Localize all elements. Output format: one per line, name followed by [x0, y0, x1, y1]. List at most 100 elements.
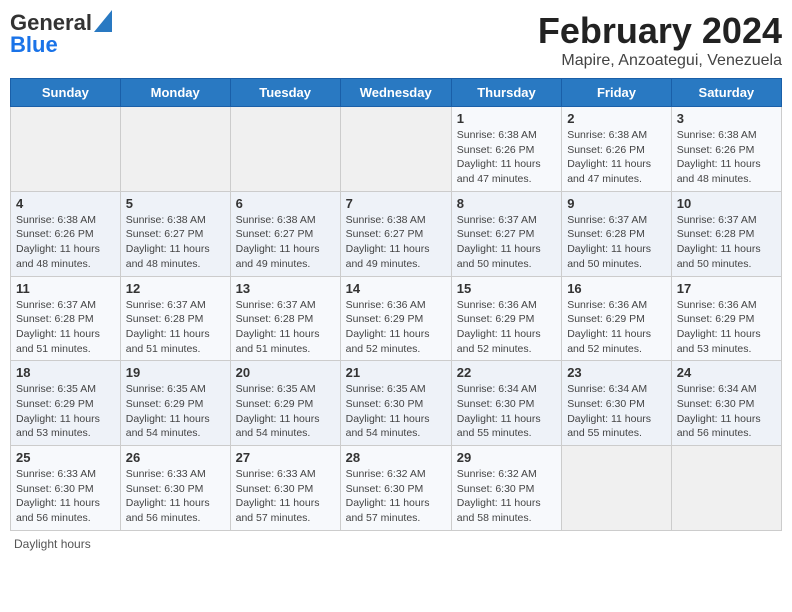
day-cell: [340, 107, 451, 192]
day-number: 5: [126, 196, 225, 211]
day-cell: [120, 107, 230, 192]
day-number: 15: [457, 281, 556, 296]
header-row: SundayMondayTuesdayWednesdayThursdayFrid…: [11, 79, 782, 107]
week-row-2: 4Sunrise: 6:38 AM Sunset: 6:26 PM Daylig…: [11, 191, 782, 276]
day-number: 9: [567, 196, 666, 211]
day-number: 10: [677, 196, 776, 211]
day-number: 22: [457, 365, 556, 380]
day-number: 13: [236, 281, 335, 296]
day-info: Sunrise: 6:33 AM Sunset: 6:30 PM Dayligh…: [236, 467, 335, 526]
day-number: 29: [457, 450, 556, 465]
day-cell: 9Sunrise: 6:37 AM Sunset: 6:28 PM Daylig…: [562, 191, 672, 276]
day-cell: 5 Sunrise: 6:38 AM Sunset: 6:27 PM Daylig…: [120, 191, 230, 276]
day-info: Sunrise: 6:38 AM Sunset: 6:27 PM Dayligh…: [236, 213, 335, 272]
day-cell: 12Sunrise: 6:37 AM Sunset: 6:28 PM Dayli…: [120, 276, 230, 361]
day-cell: [562, 446, 672, 531]
day-info: Sunrise: 6:33 AM Sunset: 6:30 PM Dayligh…: [16, 467, 115, 526]
day-info: Sunrise: 6:38 AM Sunset: 6:26 PM Dayligh…: [567, 128, 666, 187]
day-number: 6: [236, 196, 335, 211]
day-cell: 3 Sunrise: 6:38 AM Sunset: 6:26 PM Daylig…: [671, 107, 781, 192]
title-block: February 2024 Mapire, Anzoategui, Venezu…: [538, 10, 782, 70]
week-row-4: 18 Sunrise: 6:35 AM Sunset: 6:29 PM Dayli…: [11, 361, 782, 446]
col-header-saturday: Saturday: [671, 79, 781, 107]
day-cell: 21 Sunrise: 6:35 AM Sunset: 6:30 PM Dayli…: [340, 361, 451, 446]
day-info: Sunrise: 6:35 AM Sunset: 6:29 PM Dayligh…: [16, 382, 115, 441]
col-header-friday: Friday: [562, 79, 672, 107]
day-info: Sunrise: 6:37 AM Sunset: 6:28 PM Dayligh…: [677, 213, 776, 272]
day-cell: 25Sunrise: 6:33 AM Sunset: 6:30 PM Dayli…: [11, 446, 121, 531]
logo-blue: Blue: [10, 33, 58, 57]
day-cell: 2 Sunrise: 6:38 AM Sunset: 6:26 PM Daylig…: [562, 107, 672, 192]
day-cell: [230, 107, 340, 192]
day-number: 21: [346, 365, 446, 380]
day-info: Sunrise: 6:37 AM Sunset: 6:28 PM Dayligh…: [126, 298, 225, 357]
day-number: 14: [346, 281, 446, 296]
week-row-5: 25Sunrise: 6:33 AM Sunset: 6:30 PM Dayli…: [11, 446, 782, 531]
day-number: 27: [236, 450, 335, 465]
day-info: Sunrise: 6:36 AM Sunset: 6:29 PM Dayligh…: [567, 298, 666, 357]
day-number: 11: [16, 281, 115, 296]
day-cell: [11, 107, 121, 192]
daylight-label: Daylight hours: [14, 537, 91, 551]
day-cell: 8 Sunrise: 6:37 AM Sunset: 6:27 PM Daylig…: [451, 191, 561, 276]
col-header-sunday: Sunday: [11, 79, 121, 107]
day-cell: 1Sunrise: 6:38 AM Sunset: 6:26 PM Daylig…: [451, 107, 561, 192]
logo-triangle-icon: [94, 10, 112, 32]
day-info: Sunrise: 6:34 AM Sunset: 6:30 PM Dayligh…: [567, 382, 666, 441]
day-number: 19: [126, 365, 225, 380]
day-cell: 28 Sunrise: 6:32 AM Sunset: 6:30 PM Dayli…: [340, 446, 451, 531]
day-info: Sunrise: 6:32 AM Sunset: 6:30 PM Dayligh…: [346, 467, 446, 526]
day-cell: 24 Sunrise: 6:34 AM Sunset: 6:30 PM Dayli…: [671, 361, 781, 446]
day-info: Sunrise: 6:36 AM Sunset: 6:29 PM Dayligh…: [677, 298, 776, 357]
col-header-monday: Monday: [120, 79, 230, 107]
col-header-wednesday: Wednesday: [340, 79, 451, 107]
location: Mapire, Anzoategui, Venezuela: [538, 52, 782, 70]
day-cell: 10 Sunrise: 6:37 AM Sunset: 6:28 PM Dayli…: [671, 191, 781, 276]
day-number: 1: [457, 111, 556, 126]
day-info: Sunrise: 6:35 AM Sunset: 6:29 PM Dayligh…: [236, 382, 335, 441]
day-info: Sunrise: 6:34 AM Sunset: 6:30 PM Dayligh…: [677, 382, 776, 441]
day-number: 17: [677, 281, 776, 296]
day-info: Sunrise: 6:38 AM Sunset: 6:26 PM Dayligh…: [677, 128, 776, 187]
day-cell: 26Sunrise: 6:33 AM Sunset: 6:30 PM Dayli…: [120, 446, 230, 531]
day-info: Sunrise: 6:35 AM Sunset: 6:30 PM Dayligh…: [346, 382, 446, 441]
day-number: 28: [346, 450, 446, 465]
day-info: Sunrise: 6:37 AM Sunset: 6:27 PM Dayligh…: [457, 213, 556, 272]
day-info: Sunrise: 6:35 AM Sunset: 6:29 PM Dayligh…: [126, 382, 225, 441]
week-row-1: 1 Sunrise: 6:38 AM Sunset: 6:26 PM Daylig…: [11, 107, 782, 192]
day-cell: 29 Sunrise: 6:32 AM Sunset: 6:30 PM Dayli…: [451, 446, 561, 531]
day-info: Sunrise: 6:36 AM Sunset: 6:29 PM Dayligh…: [457, 298, 556, 357]
day-number: 18: [16, 365, 115, 380]
day-cell: [671, 446, 781, 531]
day-cell: 14Sunrise: 6:36 AM Sunset: 6:29 PM Dayli…: [340, 276, 451, 361]
day-number: 24: [677, 365, 776, 380]
day-number: 4: [16, 196, 115, 211]
day-number: 3: [677, 111, 776, 126]
month-title: February 2024: [538, 10, 782, 52]
logo: General Blue: [10, 10, 112, 57]
col-header-thursday: Thursday: [451, 79, 561, 107]
day-cell: 4Sunrise: 6:38 AM Sunset: 6:26 PM Daylig…: [11, 191, 121, 276]
day-cell: 15 Sunrise: 6:36 AM Sunset: 6:29 PM Dayli…: [451, 276, 561, 361]
day-cell: 18 Sunrise: 6:35 AM Sunset: 6:29 PM Dayli…: [11, 361, 121, 446]
day-number: 7: [346, 196, 446, 211]
day-cell: 20 Sunrise: 6:35 AM Sunset: 6:29 PM Dayli…: [230, 361, 340, 446]
day-info: Sunrise: 6:33 AM Sunset: 6:30 PM Dayligh…: [126, 467, 225, 526]
day-cell: 13Sunrise: 6:37 AM Sunset: 6:28 PM Dayli…: [230, 276, 340, 361]
day-cell: 11 Sunrise: 6:37 AM Sunset: 6:28 PM Dayli…: [11, 276, 121, 361]
day-cell: 6 Sunrise: 6:38 AM Sunset: 6:27 PM Daylig…: [230, 191, 340, 276]
page-header: General Blue February 2024 Mapire, Anzoa…: [10, 10, 782, 70]
day-info: Sunrise: 6:37 AM Sunset: 6:28 PM Dayligh…: [16, 298, 115, 357]
day-cell: 7Sunrise: 6:38 AM Sunset: 6:27 PM Daylig…: [340, 191, 451, 276]
day-number: 16: [567, 281, 666, 296]
day-info: Sunrise: 6:38 AM Sunset: 6:27 PM Dayligh…: [126, 213, 225, 272]
day-cell: 27 Sunrise: 6:33 AM Sunset: 6:30 PM Dayli…: [230, 446, 340, 531]
day-number: 2: [567, 111, 666, 126]
day-number: 8: [457, 196, 556, 211]
calendar-table: SundayMondayTuesdayWednesdayThursdayFrid…: [10, 78, 782, 531]
day-info: Sunrise: 6:32 AM Sunset: 6:30 PM Dayligh…: [457, 467, 556, 526]
col-header-tuesday: Tuesday: [230, 79, 340, 107]
day-cell: 22Sunrise: 6:34 AM Sunset: 6:30 PM Dayli…: [451, 361, 561, 446]
day-number: 20: [236, 365, 335, 380]
day-cell: 23Sunrise: 6:34 AM Sunset: 6:30 PM Dayli…: [562, 361, 672, 446]
